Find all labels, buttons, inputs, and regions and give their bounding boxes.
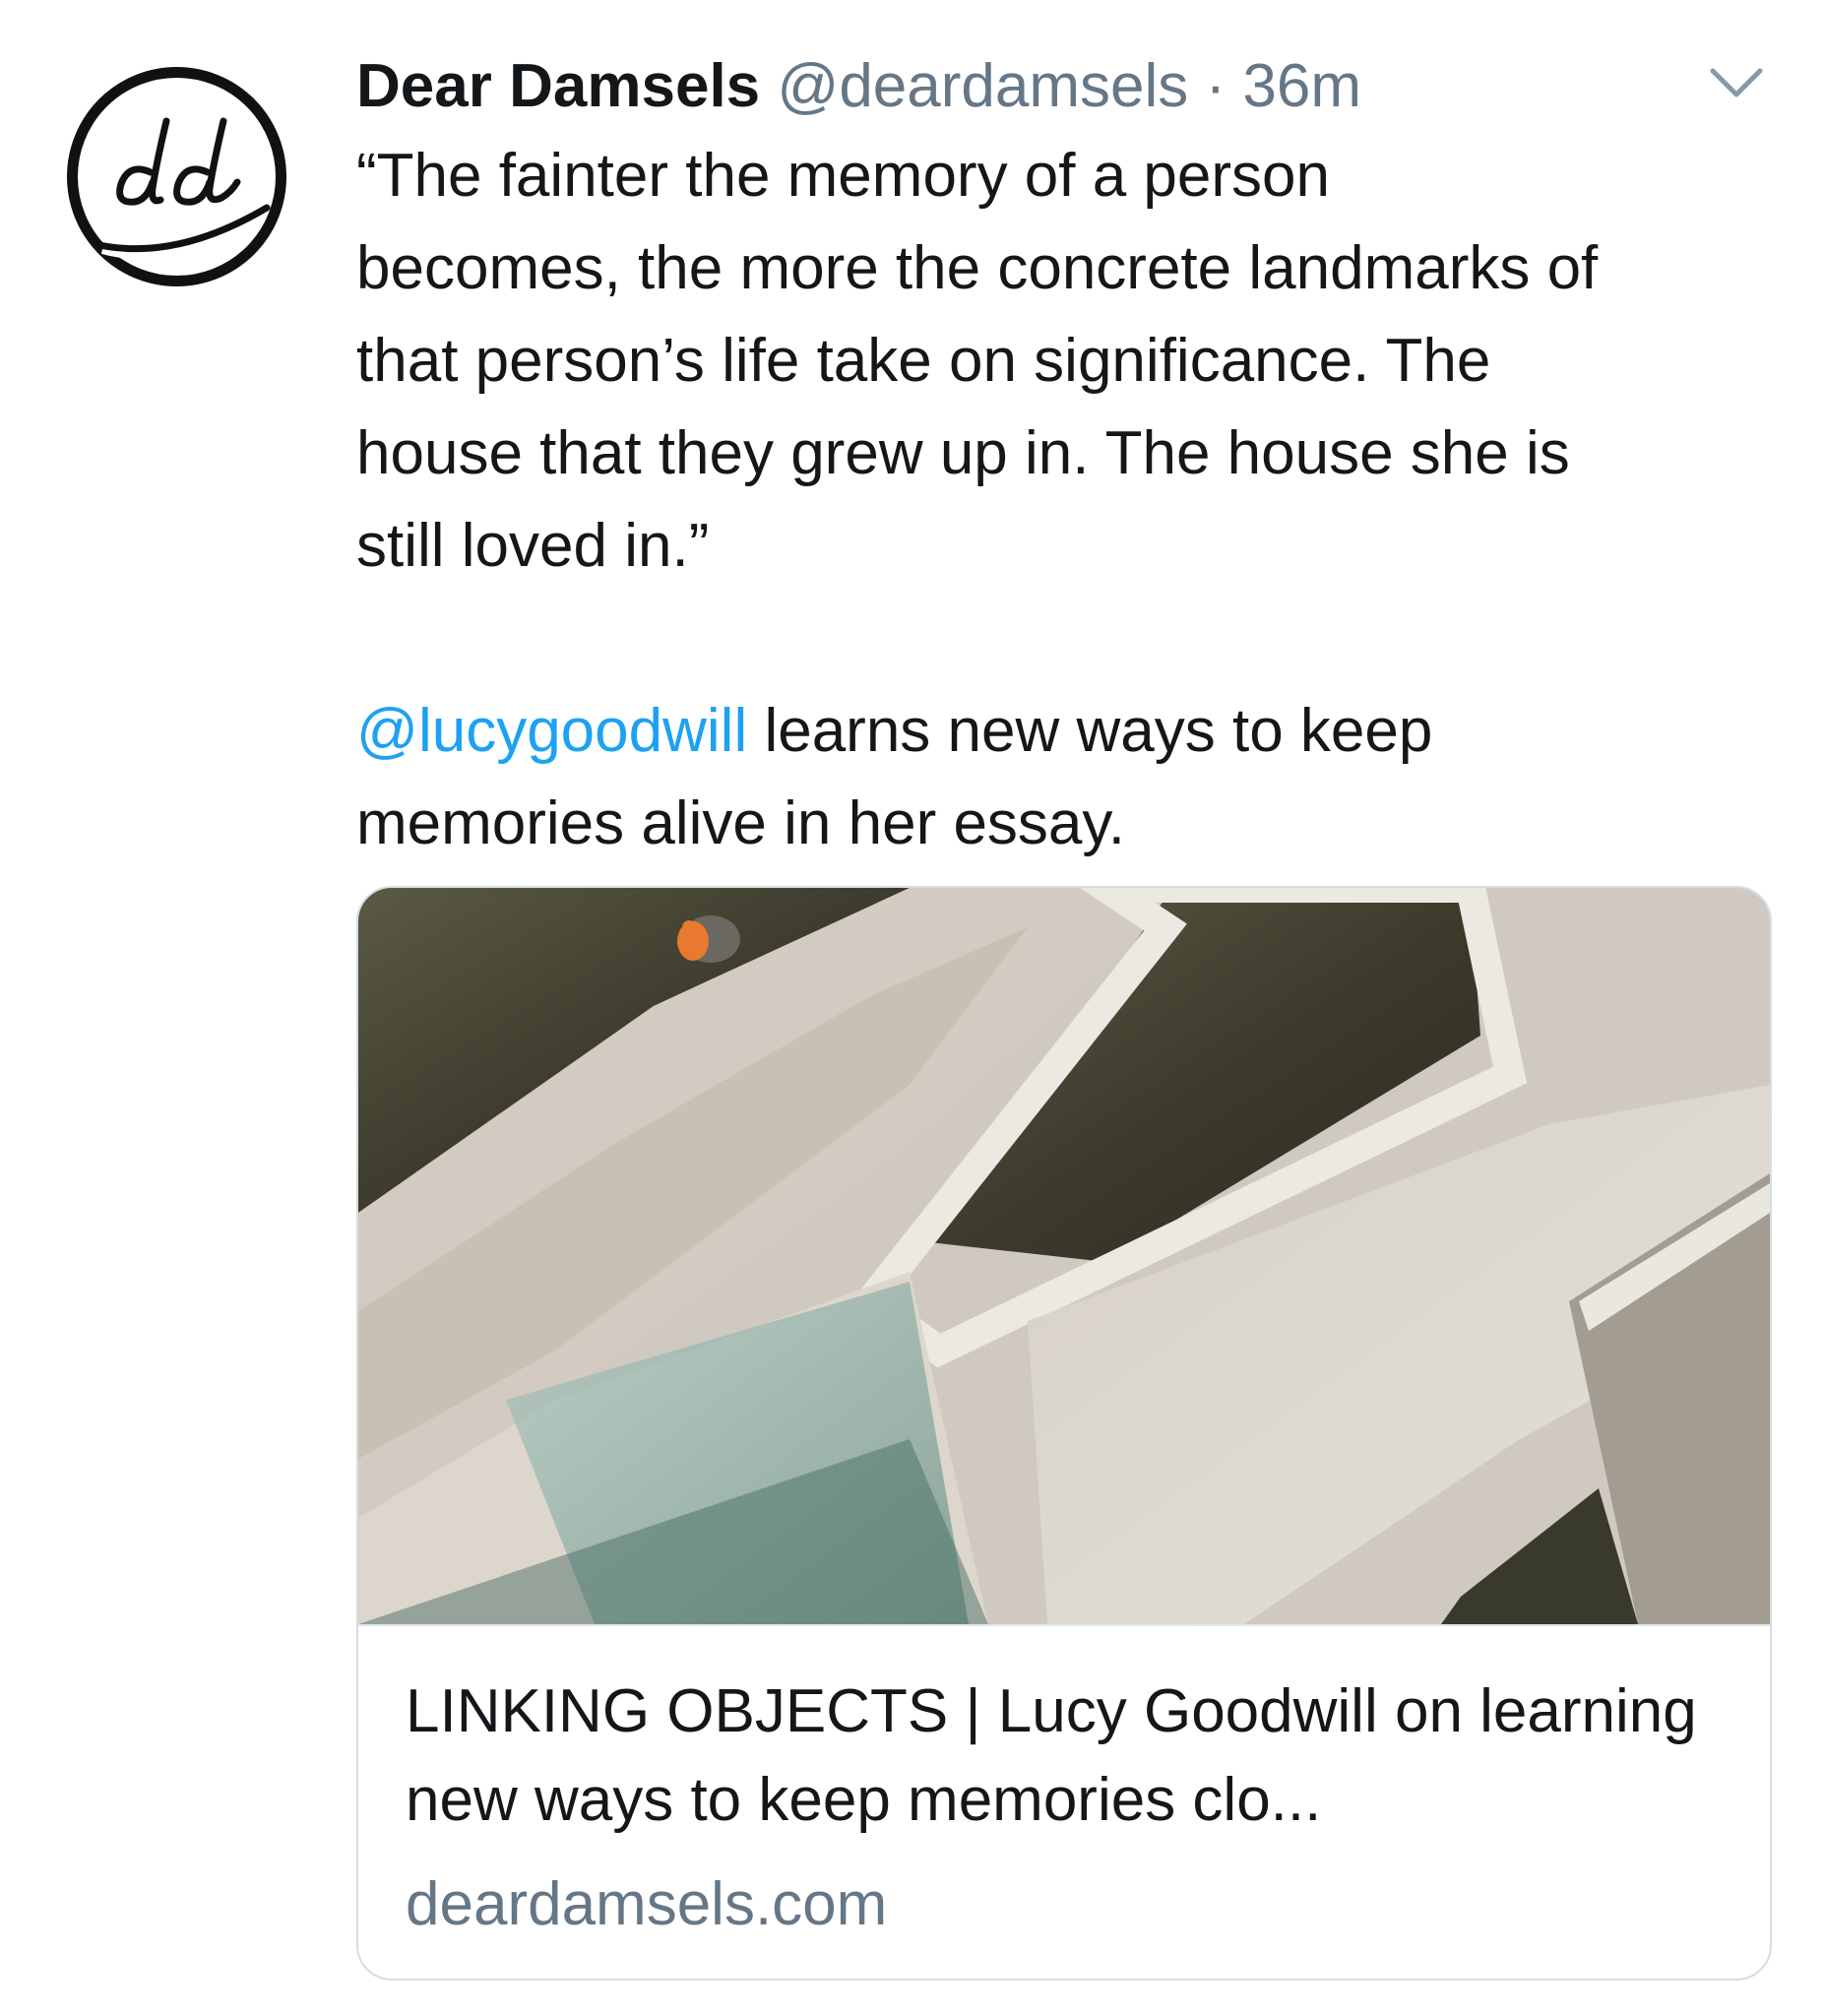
- tweet[interactable]: Dear Damsels @deardamsels · 36m “The fai…: [0, 0, 1824, 2016]
- tweet-text-line: @lucygoodwill learns new ways to keep: [356, 685, 1784, 778]
- tweet-text-line: that person’s life take on significance.…: [356, 327, 1491, 395]
- link-card-domain: deardamsels.com: [406, 1870, 888, 1938]
- chevron-down-icon[interactable]: [1707, 61, 1766, 104]
- user-mention-link[interactable]: @lucygoodwill: [356, 697, 747, 765]
- link-card[interactable]: LINKING OBJECTS | Lucy Goodwill on learn…: [356, 886, 1772, 1981]
- tweet-text-line: house that they grew up in. The house sh…: [356, 419, 1570, 487]
- tweet-header: Dear Damsels @deardamsels · 36m: [356, 47, 1636, 126]
- link-card-image[interactable]: [358, 888, 1770, 1624]
- link-card-title: LINKING OBJECTS | Lucy Goodwill on learn…: [406, 1677, 1697, 1834]
- tweet-text: “The fainter the memory of a person beco…: [356, 130, 1784, 870]
- tweet-text-line: “The fainter the memory of a person: [356, 142, 1331, 210]
- tweet-text-fragment: learns new ways to keep: [747, 697, 1433, 765]
- header-separator: ·: [1205, 52, 1226, 120]
- tweet-timestamp[interactable]: 36m: [1242, 52, 1361, 120]
- author-handle[interactable]: @deardamsels: [777, 52, 1188, 120]
- link-card-meta: LINKING OBJECTS | Lucy Goodwill on learn…: [358, 1624, 1770, 1979]
- author-avatar[interactable]: [64, 64, 289, 289]
- tweet-text-line: still loved in.”: [356, 512, 710, 580]
- tweet-text-line: memories alive in her essay.: [356, 789, 1126, 857]
- tweet-text-line: becomes, the more the concrete landmarks…: [356, 234, 1599, 302]
- author-display-name[interactable]: Dear Damsels: [356, 52, 760, 120]
